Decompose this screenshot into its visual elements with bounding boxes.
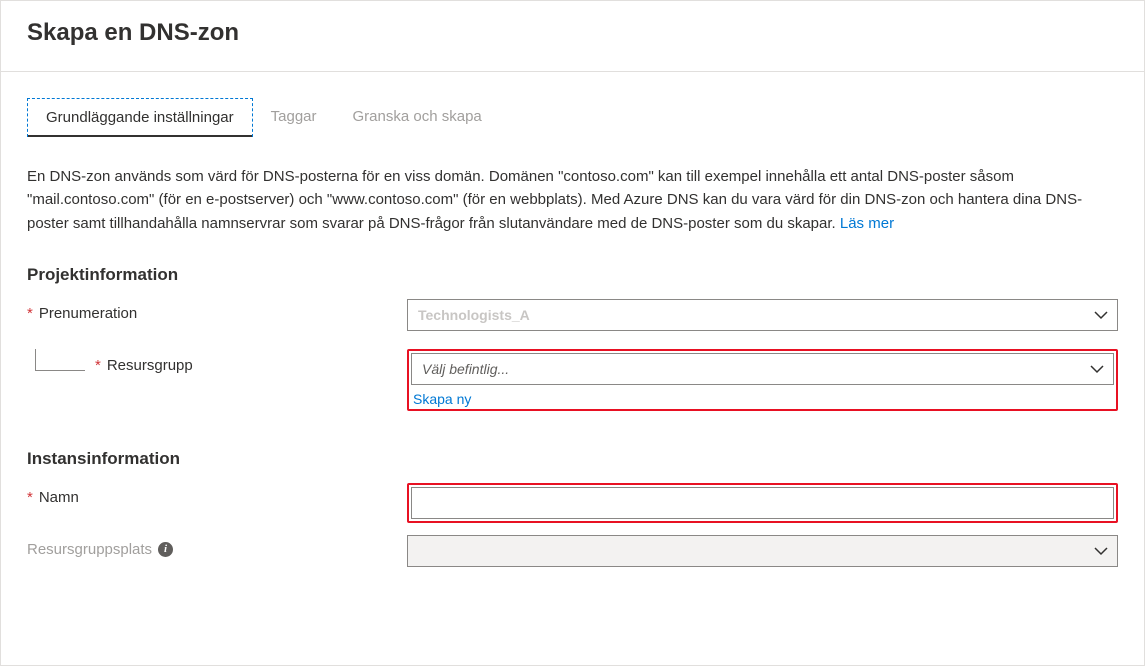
required-marker: * — [27, 489, 33, 506]
resource-group-select[interactable]: Välj befintlig... — [411, 353, 1114, 385]
tab-basic-settings[interactable]: Grundläggande inställningar — [27, 98, 253, 137]
subscription-value: Technologists_A — [418, 307, 1093, 323]
section-heading-project: Projektinformation — [27, 265, 1118, 285]
row-resource-group: * Resursgrupp Välj befintlig... Skapa ny — [27, 349, 1118, 411]
label-resource-group-text: Resursgrupp — [107, 357, 193, 374]
name-input[interactable] — [411, 487, 1114, 519]
description-body: En DNS-zon används som värd för DNS-post… — [27, 168, 1082, 232]
tab-tags[interactable]: Taggar — [253, 98, 335, 137]
label-subscription-text: Prenumeration — [39, 305, 137, 322]
create-new-resource-group-link[interactable]: Skapa ny — [413, 391, 471, 407]
label-location-text: Resursgruppsplats — [27, 541, 152, 558]
resource-group-placeholder: Välj befintlig... — [422, 361, 1089, 377]
location-select — [407, 535, 1118, 567]
label-name-text: Namn — [39, 489, 79, 506]
control-location — [407, 535, 1118, 567]
tabs-bar: Grundläggande inställningar Taggar Grans… — [27, 98, 1118, 137]
label-name: * Namn — [27, 483, 407, 506]
row-location: Resursgruppsplats i — [27, 535, 1118, 577]
learn-more-link[interactable]: Läs mer — [840, 215, 894, 232]
label-resource-group: * Resursgrupp — [27, 349, 407, 377]
tree-indent-line — [35, 349, 85, 371]
chevron-down-icon — [1093, 543, 1109, 559]
control-resource-group-highlight: Välj befintlig... Skapa ny — [407, 349, 1118, 411]
row-name: * Namn — [27, 483, 1118, 525]
chevron-down-icon — [1093, 307, 1109, 323]
description-text: En DNS-zon används som värd för DNS-post… — [27, 165, 1117, 235]
info-icon[interactable]: i — [158, 542, 173, 557]
tab-review-create[interactable]: Granska och skapa — [335, 98, 500, 137]
required-marker: * — [95, 357, 101, 374]
page-title: Skapa en DNS-zon — [1, 1, 1144, 72]
required-marker: * — [27, 305, 33, 322]
row-subscription: * Prenumeration Technologists_A — [27, 299, 1118, 341]
create-dns-zone-panel: Skapa en DNS-zon Grundläggande inställni… — [0, 0, 1145, 666]
section-heading-instance: Instansinformation — [27, 449, 1118, 469]
label-subscription: * Prenumeration — [27, 299, 407, 322]
control-subscription: Technologists_A — [407, 299, 1118, 331]
content-area: Grundläggande inställningar Taggar Grans… — [1, 72, 1144, 607]
subscription-select[interactable]: Technologists_A — [407, 299, 1118, 331]
control-name-highlight — [407, 483, 1118, 523]
label-location: Resursgruppsplats i — [27, 535, 407, 558]
chevron-down-icon — [1089, 361, 1105, 377]
